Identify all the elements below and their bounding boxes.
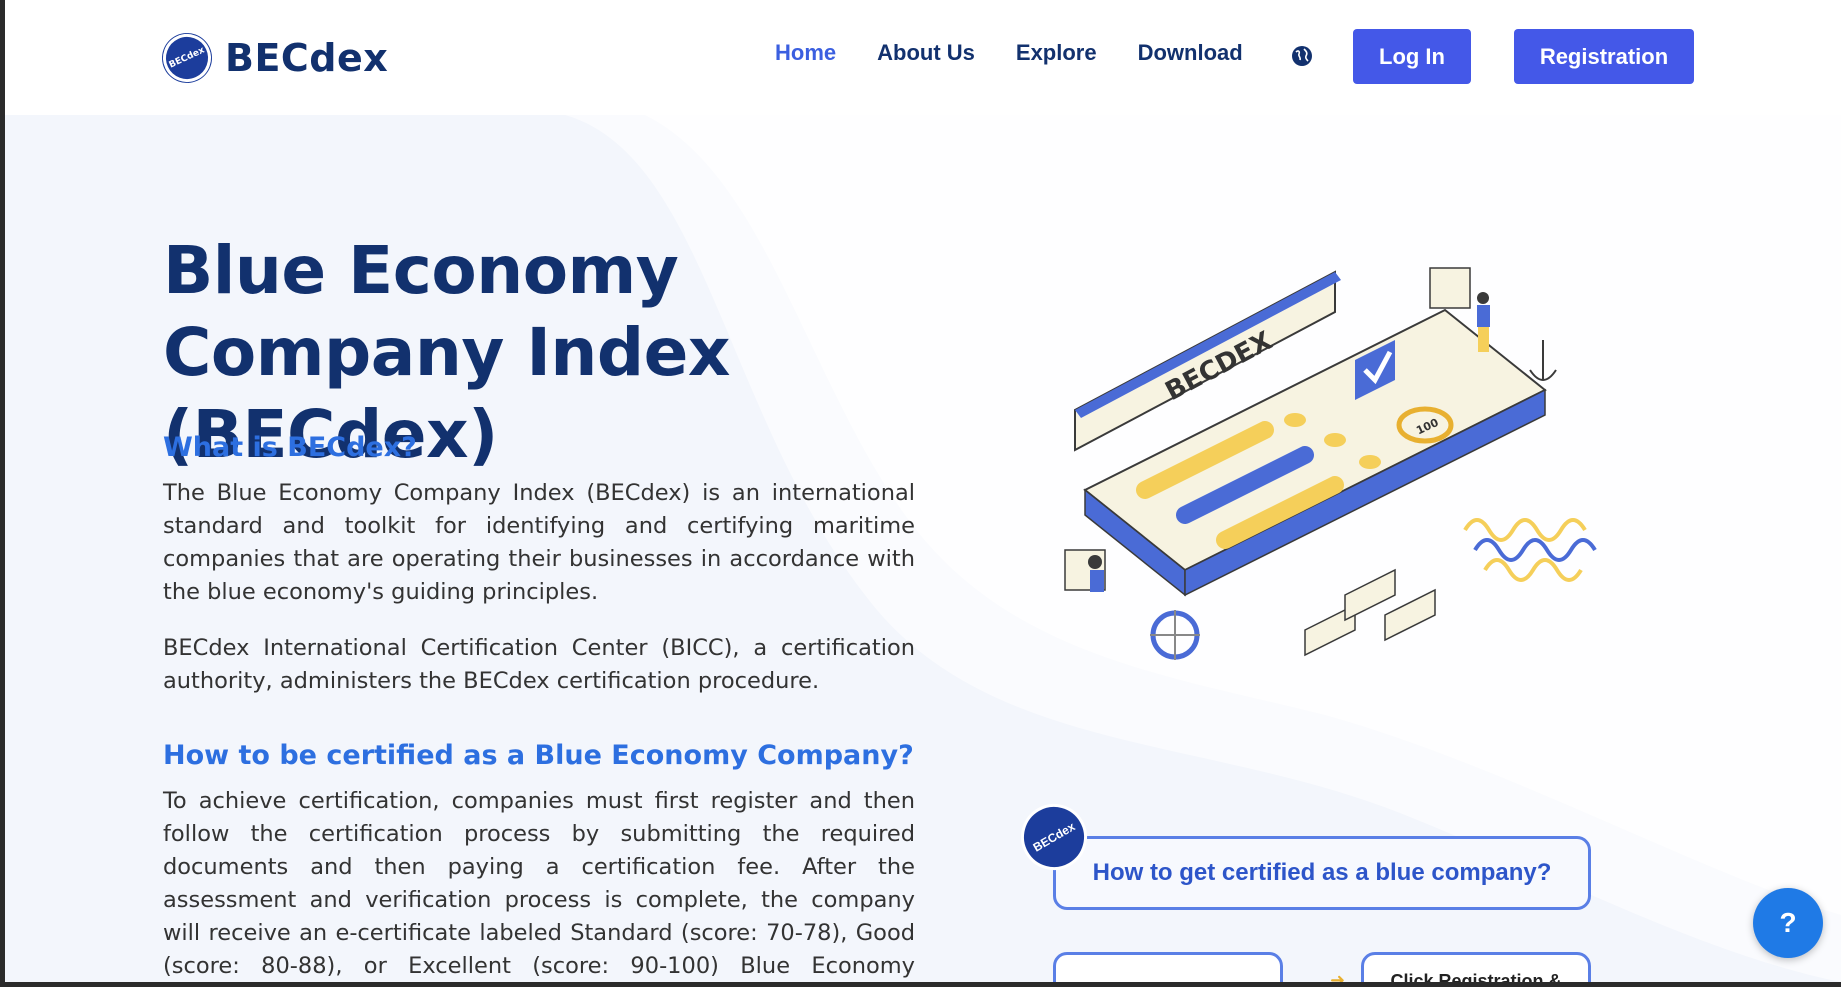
nav-download[interactable]: Download (1138, 40, 1243, 66)
nav-explore[interactable]: Explore (1016, 40, 1097, 66)
arrow-right-icon: ➜ (1330, 970, 1346, 982)
what-paragraph-1: The Blue Economy Company Index (BECdex) … (163, 480, 915, 605)
step-card-2[interactable]: Click Registration & (1361, 952, 1591, 982)
logo-badge: BECdex (155, 26, 219, 90)
certification-guide-callout[interactable]: How to get certified as a blue company? (1053, 836, 1591, 910)
login-button[interactable]: Log In (1353, 29, 1471, 84)
nav-about-us[interactable]: About Us (877, 40, 975, 66)
registration-button[interactable]: Registration (1514, 29, 1694, 84)
certification-illustration: 100 BECDEX (1064, 267, 1597, 660)
how-heading: How to be certified as a Blue Economy Co… (163, 740, 914, 771)
nav-home[interactable]: Home (775, 40, 836, 66)
logo[interactable]: BECdex BECdex (155, 26, 389, 90)
main-nav: Home About Us Explore Download (775, 40, 1284, 66)
step-card-1[interactable] (1053, 952, 1283, 982)
what-heading: What is BECdex? (163, 432, 417, 463)
browser-viewport: BECdex BECdex Home About Us Explore Down… (5, 0, 1841, 982)
help-button[interactable]: ? (1753, 888, 1823, 958)
what-paragraph-2: BECdex International Certification Cente… (163, 635, 915, 694)
logo-text: BECdex (225, 36, 389, 80)
globe-icon[interactable] (1290, 44, 1314, 68)
site-header: BECdex BECdex Home About Us Explore Down… (5, 0, 1841, 115)
how-paragraph: To achieve certification, companies must… (163, 788, 915, 979)
